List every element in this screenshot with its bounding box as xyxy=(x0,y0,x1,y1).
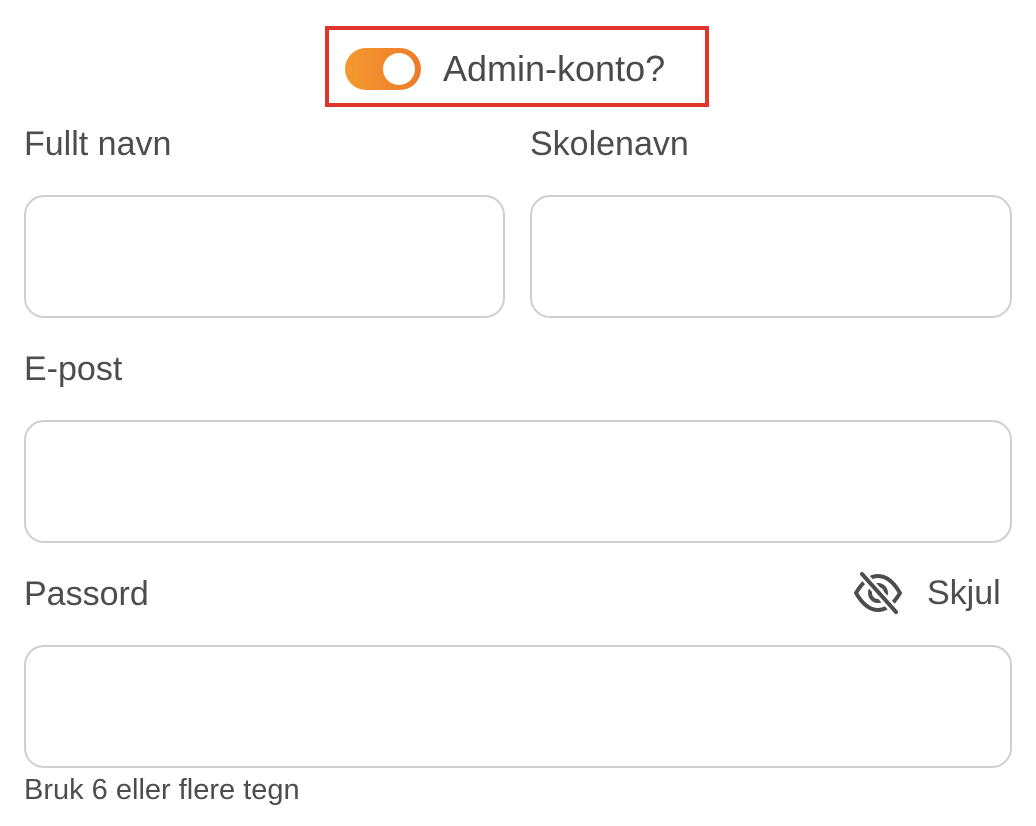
admin-toggle-label: Admin-konto? xyxy=(443,48,666,89)
admin-toggle-highlight: Admin-konto? xyxy=(325,26,709,107)
full-name-label: Fullt navn xyxy=(24,125,172,163)
full-name-input[interactable] xyxy=(24,195,505,318)
admin-toggle-switch[interactable] xyxy=(345,48,421,90)
password-hint: Bruk 6 eller flere tegn xyxy=(24,774,300,806)
school-name-input[interactable] xyxy=(530,195,1012,318)
email-input[interactable] xyxy=(24,420,1012,543)
eye-slash-icon xyxy=(853,570,903,616)
password-visibility-label: Skjul xyxy=(927,573,1001,612)
password-visibility-toggle[interactable]: Skjul xyxy=(853,570,1001,616)
school-name-label: Skolenavn xyxy=(530,125,689,163)
email-label: E-post xyxy=(24,350,123,388)
toggle-knob xyxy=(383,53,415,85)
password-input[interactable] xyxy=(24,645,1012,768)
password-label: Passord xyxy=(24,575,149,613)
